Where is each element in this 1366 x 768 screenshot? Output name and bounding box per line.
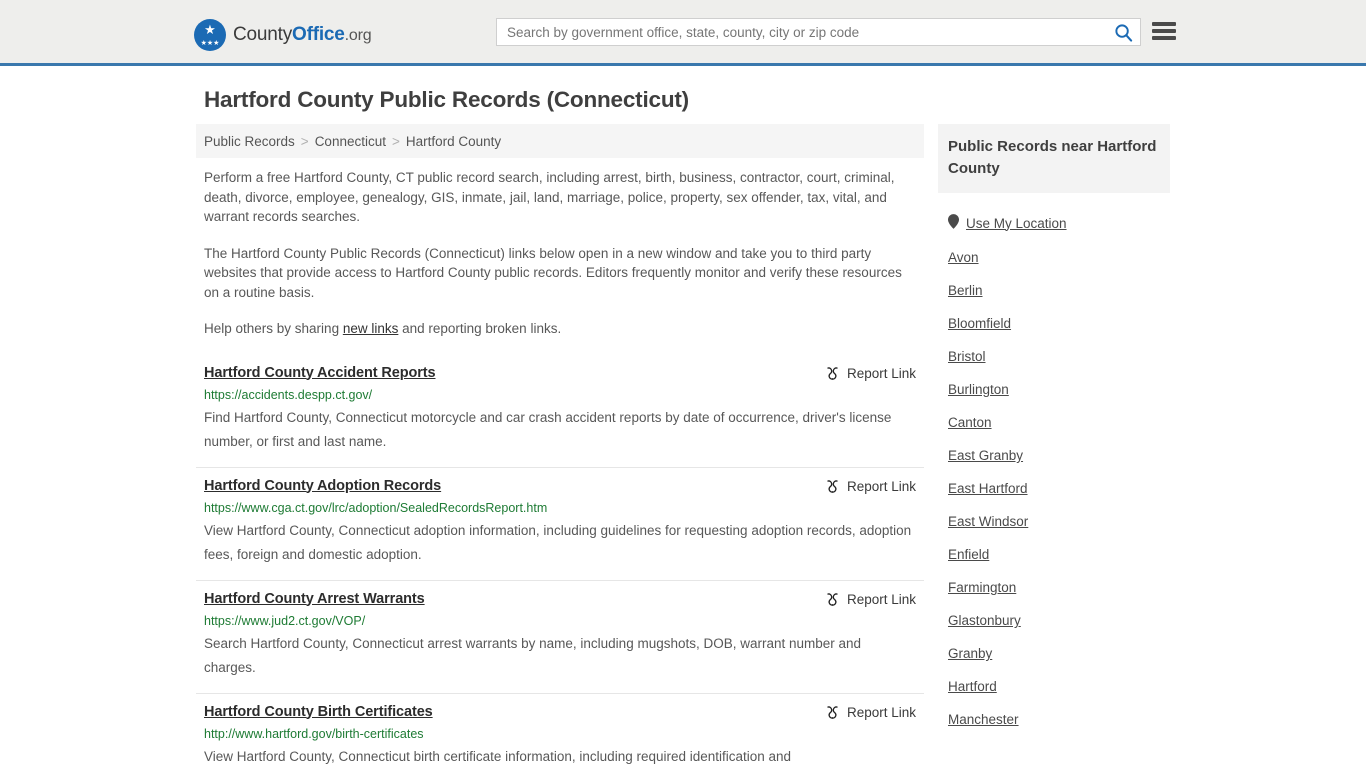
report-link-button[interactable]: Report Link [825, 704, 916, 720]
city-link[interactable]: East Granby [948, 448, 1023, 463]
use-my-location-link[interactable]: Use My Location [966, 216, 1067, 231]
sidebar-item-city[interactable]: Bristol [938, 340, 1170, 373]
city-link[interactable]: Farmington [948, 580, 1016, 595]
record-title-link[interactable]: Hartford County Accident Reports [204, 365, 436, 381]
site-logo[interactable]: ★ ★★★ CountyOffice.org [194, 19, 372, 51]
nearby-records-sidebar: Public Records near Hartford County Use … [938, 124, 1170, 736]
sidebar-heading: Public Records near Hartford County [938, 124, 1170, 193]
record-header: Hartford County Accident Reports Report L… [204, 365, 916, 381]
sidebar-item-city[interactable]: Canton [938, 406, 1170, 439]
report-link-label: Report Link [846, 365, 916, 381]
sidebar-item-city[interactable]: Berlin [938, 274, 1170, 307]
record-entry: Hartford County Adoption Records Report L… [196, 466, 924, 580]
sidebar-location-list: Use My Location Avon Berlin Bloomfield Bris… [938, 205, 1170, 736]
broken-link-icon [827, 366, 838, 380]
sidebar-item-city[interactable]: Farmington [938, 571, 1170, 604]
new-links-link[interactable]: new links [343, 321, 399, 336]
logo-text-part1: County [233, 24, 293, 45]
intro-paragraph-2: The Hartford County Public Records (Conn… [204, 245, 902, 300]
breadcrumb-item-connecticut[interactable]: Connecticut [315, 134, 386, 149]
sidebar-item-city[interactable]: Avon [938, 241, 1170, 274]
report-link-label: Report Link [846, 704, 916, 720]
record-description: Find Hartford County, Connecticut motorc… [204, 409, 892, 449]
breadcrumb-separator: > [300, 133, 309, 149]
report-link-label: Report Link [846, 591, 916, 607]
record-title-link[interactable]: Hartford County Arrest Warrants [204, 591, 425, 607]
sidebar-item-city[interactable]: East Hartford [938, 472, 1170, 505]
record-url-link[interactable]: http://www.hartford.gov/birth-certificat… [204, 727, 916, 741]
city-link[interactable]: Burlington [948, 382, 1009, 397]
breadcrumb-item-hartford-county[interactable]: Hartford County [406, 134, 501, 149]
city-link[interactable]: Bristol [948, 349, 986, 364]
sidebar-item-city[interactable]: Glastonbury [938, 604, 1170, 637]
city-link[interactable]: Canton [948, 415, 992, 430]
broken-link-icon [827, 479, 838, 493]
search-bar [496, 18, 1141, 46]
report-link-label: Report Link [846, 478, 916, 494]
record-description: View Hartford County, Connecticut adopti… [204, 522, 912, 562]
record-url-link[interactable]: https://accidents.despp.ct.gov/ [204, 388, 916, 402]
record-header: Hartford County Arrest Warrants Report Li… [204, 591, 916, 607]
sidebar-item-city[interactable]: Granby [938, 637, 1170, 670]
city-link[interactable]: Hartford [948, 679, 997, 694]
logo-text-part2: Office [292, 24, 345, 45]
eagle-seal-icon: ★ ★★★ [194, 19, 226, 51]
city-link[interactable]: Glastonbury [948, 613, 1021, 628]
report-link-button[interactable]: Report Link [825, 365, 916, 381]
main-content: Public Records > Connecticut > Hartford … [196, 124, 924, 768]
sidebar-item-city[interactable]: East Windsor [938, 505, 1170, 538]
breadcrumb-separator: > [391, 133, 400, 149]
city-link[interactable]: Avon [948, 250, 979, 265]
record-description: Search Hartford County, Connecticut arre… [204, 635, 862, 675]
hamburger-menu-icon[interactable] [1152, 20, 1176, 42]
hamburger-bar [1152, 29, 1176, 33]
search-input[interactable] [497, 19, 1106, 45]
search-button[interactable] [1106, 19, 1140, 45]
logo-text-part3: .org [344, 27, 372, 44]
sidebar-item-city[interactable]: East Granby [938, 439, 1170, 472]
record-header: Hartford County Adoption Records Report L… [204, 478, 916, 494]
record-title-link[interactable]: Hartford County Birth Certificates [204, 704, 433, 720]
help-share-paragraph: Help others by sharing new links and rep… [196, 302, 924, 339]
breadcrumb-item-public-records[interactable]: Public Records [204, 134, 295, 149]
record-title-link[interactable]: Hartford County Adoption Records [204, 478, 441, 494]
page-title: Hartford County Public Records (Connecti… [204, 87, 689, 112]
broken-link-icon [827, 705, 838, 719]
record-entry: Hartford County Birth Certificates Report… [196, 692, 924, 768]
map-pin-icon [948, 214, 959, 232]
logo-text: CountyOffice.org [233, 24, 372, 46]
sidebar-item-use-my-location[interactable]: Use My Location [938, 205, 1170, 241]
city-link[interactable]: Berlin [948, 283, 983, 298]
city-link[interactable]: Bloomfield [948, 316, 1011, 331]
report-link-button[interactable]: Report Link [825, 478, 916, 494]
report-link-button[interactable]: Report Link [825, 591, 916, 607]
sidebar-item-city[interactable]: Hartford [938, 670, 1170, 703]
record-header: Hartford County Birth Certificates Report… [204, 704, 916, 720]
hamburger-bar [1152, 36, 1176, 40]
record-url-link[interactable]: https://www.cga.ct.gov/lrc/adoption/Seal… [204, 501, 916, 515]
city-link[interactable]: East Windsor [948, 514, 1028, 529]
city-link[interactable]: East Hartford [948, 481, 1028, 496]
hamburger-bar [1152, 22, 1176, 26]
records-list: Hartford County Accident Reports Report L… [196, 355, 924, 768]
search-icon [1114, 23, 1132, 42]
broken-link-icon [827, 592, 838, 606]
city-link[interactable]: Manchester [948, 712, 1019, 727]
record-entry: Hartford County Arrest Warrants Report Li… [196, 579, 924, 693]
help-suffix: and reporting broken links. [398, 321, 562, 336]
sidebar-item-city[interactable]: Manchester [938, 703, 1170, 736]
breadcrumb: Public Records > Connecticut > Hartford … [196, 124, 924, 158]
sidebar-item-city[interactable]: Bloomfield [938, 307, 1170, 340]
city-link[interactable]: Granby [948, 646, 992, 661]
intro-paragraph-1: Perform a free Hartford County, CT publi… [204, 170, 895, 224]
site-header: ★ ★★★ CountyOffice.org [0, 0, 1366, 66]
record-url-link[interactable]: https://www.jud2.ct.gov/VOP/ [204, 614, 916, 628]
record-description: View Hartford County, Connecticut birth … [204, 748, 792, 764]
city-link[interactable]: Enfield [948, 547, 989, 562]
sidebar-item-city[interactable]: Burlington [938, 373, 1170, 406]
sidebar-item-city[interactable]: Enfield [938, 538, 1170, 571]
record-entry: Hartford County Accident Reports Report L… [196, 355, 924, 467]
help-prefix: Help others by sharing [204, 321, 343, 336]
